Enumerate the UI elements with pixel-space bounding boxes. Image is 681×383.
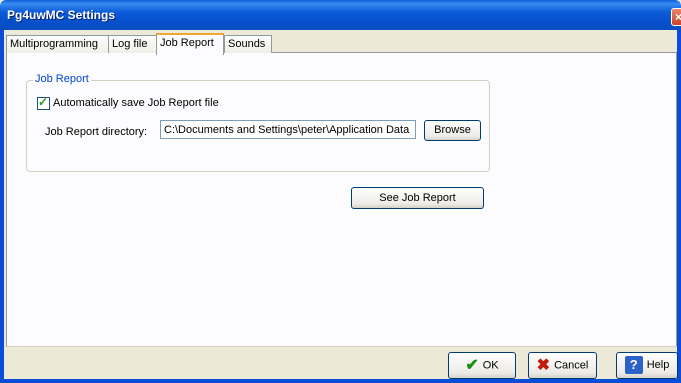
question-mark-icon: ?: [624, 356, 643, 375]
cancel-label: Cancel: [554, 359, 589, 372]
job-report-group-title: Job Report: [33, 73, 91, 85]
help-button[interactable]: ? Help: [616, 352, 678, 379]
auto-save-label[interactable]: Automatically save Job Report file: [53, 97, 219, 109]
footer-separator: [4, 346, 677, 347]
job-report-directory-input[interactable]: C:\Documents and Settings\peter\Applicat…: [160, 120, 416, 139]
auto-save-checkbox[interactable]: ✓: [37, 95, 50, 110]
title-bar[interactable]: Pg4uwMC Settings ×: [0, 0, 681, 30]
tab-job-report[interactable]: Job Report: [156, 33, 224, 55]
window-frame-right: [677, 30, 681, 383]
tab-sounds[interactable]: Sounds: [224, 35, 272, 53]
ok-button[interactable]: ✔ OK: [448, 352, 516, 379]
tab-log-file[interactable]: Log file: [108, 35, 157, 53]
tab-multiprogramming[interactable]: Multiprogramming: [6, 35, 109, 53]
settings-window: Pg4uwMC Settings × Multiprogramming Log …: [0, 0, 681, 383]
browse-button[interactable]: Browse: [424, 120, 481, 141]
help-label: Help: [646, 359, 670, 371]
window-title: Pg4uwMC Settings: [7, 8, 116, 22]
cancel-button[interactable]: ✖ Cancel: [528, 352, 597, 379]
close-button[interactable]: ×: [671, 8, 681, 26]
checkmark-icon: ✓: [38, 95, 49, 109]
ok-label: OK: [482, 359, 499, 372]
window-frame-left: [0, 30, 4, 383]
green-checkmark-icon: ✔: [465, 357, 479, 374]
window-frame-bottom: [0, 379, 681, 383]
close-icon: ×: [675, 10, 681, 24]
job-report-directory-label: Job Report directory:: [45, 126, 148, 138]
red-x-icon: ✖: [536, 357, 551, 374]
see-job-report-button[interactable]: See Job Report: [351, 187, 484, 209]
